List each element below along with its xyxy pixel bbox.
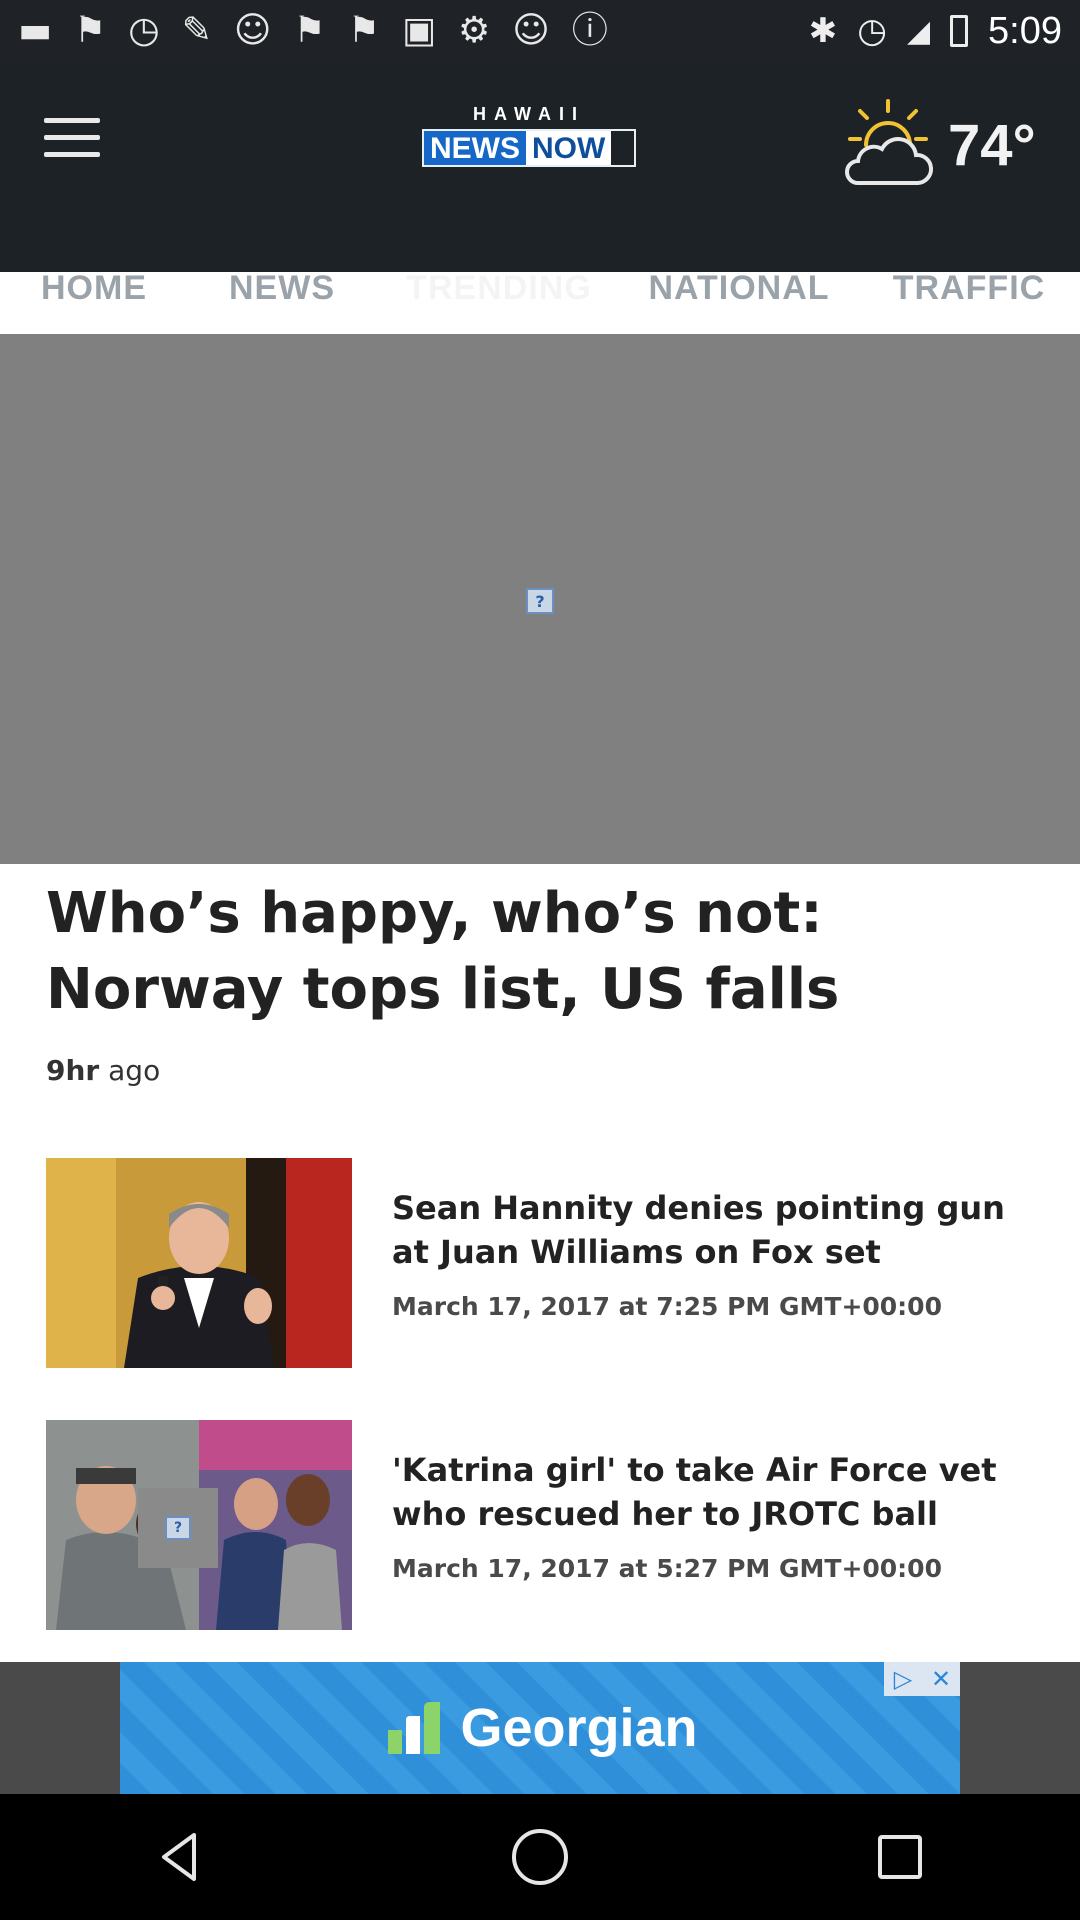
adchoices-icon[interactable]: ▷ [884,1662,922,1696]
notification-icons: ▬ ⚑ ◷ ✎ ☺ ⚑ ⚑ ▣ ⚙ ☺ ⓘ [18,13,608,49]
back-icon [162,1833,196,1881]
story-title[interactable]: 'Katrina girl' to take Air Force vet who… [392,1448,1036,1536]
broken-image-icon: ? [138,1488,218,1568]
chat-icon: ▬ [18,10,53,51]
tab-national[interactable]: NATIONAL [620,242,858,334]
battery-icon [950,15,969,47]
ad-banner[interactable]: Georgian ▷ ✕ [0,1662,1080,1794]
time-ago-value: 9hr [46,1054,100,1087]
close-icon[interactable]: ✕ [922,1662,960,1696]
back-button[interactable] [144,1821,216,1893]
app-logo: HAWAII NEWS NOW [422,104,636,174]
story-item[interactable]: ? 'Katrina girl' to take Air Force vet w… [46,1420,1036,1630]
logo-now: NOW [526,131,612,165]
recents-button[interactable] [864,1821,936,1893]
info-icon: ⓘ [571,10,608,51]
alarm-icon: ◷ [128,10,160,51]
status-bar: ▬ ⚑ ◷ ✎ ☺ ⚑ ⚑ ▣ ⚙ ☺ ⓘ ✱ ◷ ◢ 5:09 [0,0,1080,62]
ad-label: Georgian [460,1698,698,1758]
story-thumbnail[interactable]: ? [46,1420,352,1630]
wrench-icon: ✎ [181,10,212,51]
flag-icon: ⚑ [293,10,326,51]
broken-image-icon: ? [526,588,554,614]
tab-news[interactable]: NEWS [188,242,376,334]
tab-home[interactable]: HOME [0,242,188,334]
qr-icon: ▣ [401,10,436,51]
hero-timestamp: 9hr ago [46,1054,160,1087]
hero-image[interactable]: ? [0,334,1080,864]
section-tabs: HOME NEWS TRENDING NATIONAL TRAFFIC [0,242,1080,334]
app-header: HAWAII NEWS NOW 74° HOME NEWS TRENDING N… [0,62,1080,334]
ad-content[interactable]: Georgian ▷ ✕ [120,1662,960,1794]
ad-choices: ▷ ✕ [884,1662,960,1696]
georgian-logo-icon [388,1702,441,1754]
system-nav-bar [0,1794,1080,1920]
bluetooth-icon: ✱ [808,11,838,51]
signal-icon: ◢ [906,13,931,49]
apps-icon: ⚙ [458,10,491,51]
time-ago-suffix: ago [99,1054,161,1087]
story-title[interactable]: Sean Hannity denies pointing gun at Juan… [392,1186,1036,1274]
tab-traffic[interactable]: TRAFFIC [858,242,1080,334]
smiley-icon: ☺ [512,10,550,51]
status-time: 5:09 [988,9,1062,52]
flag-icon: ⚑ [347,10,380,51]
tab-trending[interactable]: TRENDING [378,242,620,334]
story-thumbnail[interactable] [46,1158,352,1368]
story-text: 'Katrina girl' to take Air Force vet who… [392,1420,1036,1630]
logo-top: HAWAII [472,104,585,124]
story-text: Sean Hannity denies pointing gun at Juan… [392,1158,1036,1368]
menu-icon[interactable] [44,118,100,162]
weather-widget[interactable]: 74° [838,90,1058,200]
story-date: March 17, 2017 at 7:25 PM GMT+00:00 [392,1292,942,1321]
home-icon [512,1829,568,1885]
story-item[interactable]: Sean Hannity denies pointing gun at Juan… [46,1158,1036,1368]
logo-wordmark: NEWS NOW [422,129,636,167]
logo-news: NEWS [424,131,526,165]
recents-icon [878,1835,922,1879]
partly-cloudy-icon [845,99,934,185]
smiley-icon: ☺ [233,10,272,51]
temperature: 74° [948,112,1036,178]
alarm-icon: ◷ [857,11,887,51]
home-button[interactable] [504,1821,576,1893]
flag-icon: ⚑ [74,10,107,51]
hero-headline[interactable]: Who’s happy, who’s not: Norway tops list… [46,876,1036,1028]
story-date: March 17, 2017 at 5:27 PM GMT+00:00 [392,1554,942,1583]
